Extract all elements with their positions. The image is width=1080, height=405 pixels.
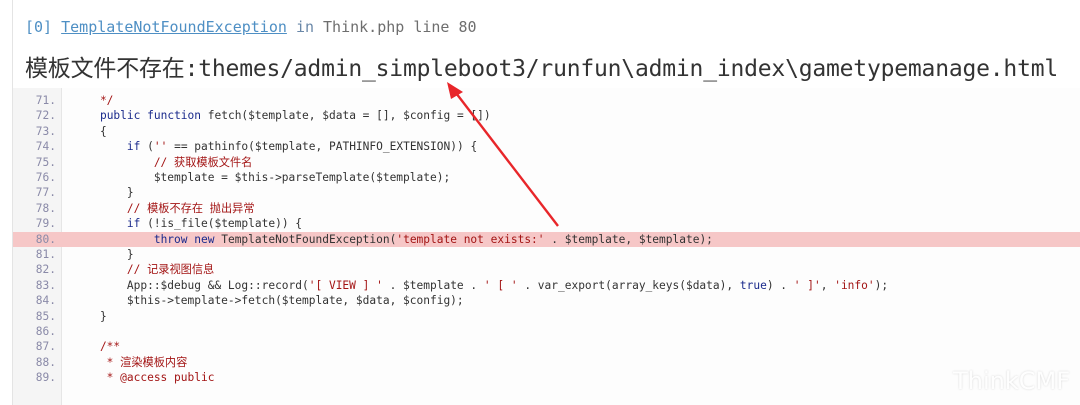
code-line: 77. } [13, 185, 1080, 200]
code-line: 88. * 渲染模板内容 [13, 355, 1080, 370]
line-number: 73. [35, 124, 56, 138]
line-number: 87. [35, 340, 56, 354]
source-code-block: 71. */72. public function fetch($templat… [13, 88, 1080, 405]
line-source: } [73, 248, 134, 261]
exception-class-link[interactable]: TemplateNotFoundException [61, 18, 287, 36]
line-number: 75. [35, 155, 56, 169]
line-number: 71. [35, 94, 56, 107]
line-source: /** [73, 340, 121, 354]
exception-header: [0] TemplateNotFoundException in Think.p… [13, 0, 1080, 89]
line-number: 80. [35, 232, 56, 246]
line-number: 78. [35, 201, 56, 215]
line-source: // 获取模板文件名 [73, 155, 253, 169]
code-line: 73. { [13, 124, 1080, 139]
line-source: $template = $this->parseTemplate($templa… [73, 171, 451, 184]
code-line: 74. if ('' == pathinfo($template, PATHIN… [13, 139, 1080, 154]
line-source: // 记录视图信息 [73, 263, 215, 277]
line-source: if ('' == pathinfo($template, PATHINFO_E… [126, 140, 478, 154]
line-number: 76. [35, 171, 56, 184]
line-source: public function fetch($template, $data =… [99, 109, 491, 123]
code-line: 85. } [13, 309, 1080, 324]
in-word: in [295, 18, 314, 36]
code-line: 86. [13, 324, 1080, 339]
code-line: 71. */ [13, 93, 1080, 108]
code-line: 82. // 记录视图信息 [13, 262, 1080, 277]
exception-panel: [0] TemplateNotFoundException in Think.p… [12, 0, 1080, 405]
line-source: */ [73, 94, 114, 107]
code-line: 79. if (!is_file($template)) { [13, 216, 1080, 231]
line-source: { [73, 124, 107, 138]
line-number: 74. [35, 140, 56, 154]
line-number: 88. [35, 355, 56, 369]
line-source: throw new TemplateNotFoundException('tem… [153, 232, 713, 246]
line-number: 81. [35, 248, 56, 261]
line-number: 84. [35, 294, 56, 308]
code-line: 81. } [13, 247, 1080, 262]
line-number: 85. [35, 309, 56, 323]
line-source: * 渲染模板内容 [73, 355, 188, 369]
code-line: 75. // 获取模板文件名 [13, 155, 1080, 170]
code-line: 80. throw new TemplateNotFoundException(… [13, 231, 1080, 247]
line-number: 86. [35, 325, 56, 338]
line-source: $this->template->fetch($template, $data,… [73, 294, 464, 308]
line-source: } [73, 186, 134, 200]
line-number: 72. [35, 109, 56, 123]
line-number: 83. [35, 278, 56, 292]
code-line: 72. public function fetch($template, $da… [13, 108, 1080, 123]
line-number: 89. [35, 371, 56, 385]
exception-title: [0] TemplateNotFoundException in Think.p… [25, 18, 477, 36]
line-source: App::$debug && Log::record('[ VIEW ] ' .… [73, 278, 889, 292]
exception-file: Think.php line 80 [323, 18, 477, 36]
line-source: } [73, 309, 107, 323]
code-line: 83. App::$debug && Log::record('[ VIEW ]… [13, 278, 1080, 293]
line-number: 79. [35, 217, 56, 231]
line-number: 82. [35, 263, 56, 277]
line-source: * @access public [73, 371, 215, 385]
code-line: 89. * @access public [13, 370, 1080, 385]
line-number: 77. [35, 186, 56, 200]
watermark: ThinkCMF [953, 367, 1070, 395]
line-source: // 模板不存在 抛出异常 [73, 201, 255, 215]
code-line: 87. /** [13, 339, 1080, 354]
line-source: if (!is_file($template)) { [126, 217, 303, 231]
exception-message: 模板文件不存在:themes/admin_simpleboot3/runfun\… [25, 56, 1059, 82]
exception-index: [0] [25, 18, 53, 36]
code-line: 76. $template = $this->parseTemplate($te… [13, 170, 1080, 185]
code-line: 78. // 模板不存在 抛出异常 [13, 201, 1080, 216]
code-line: 84. $this->template->fetch($template, $d… [13, 293, 1080, 308]
